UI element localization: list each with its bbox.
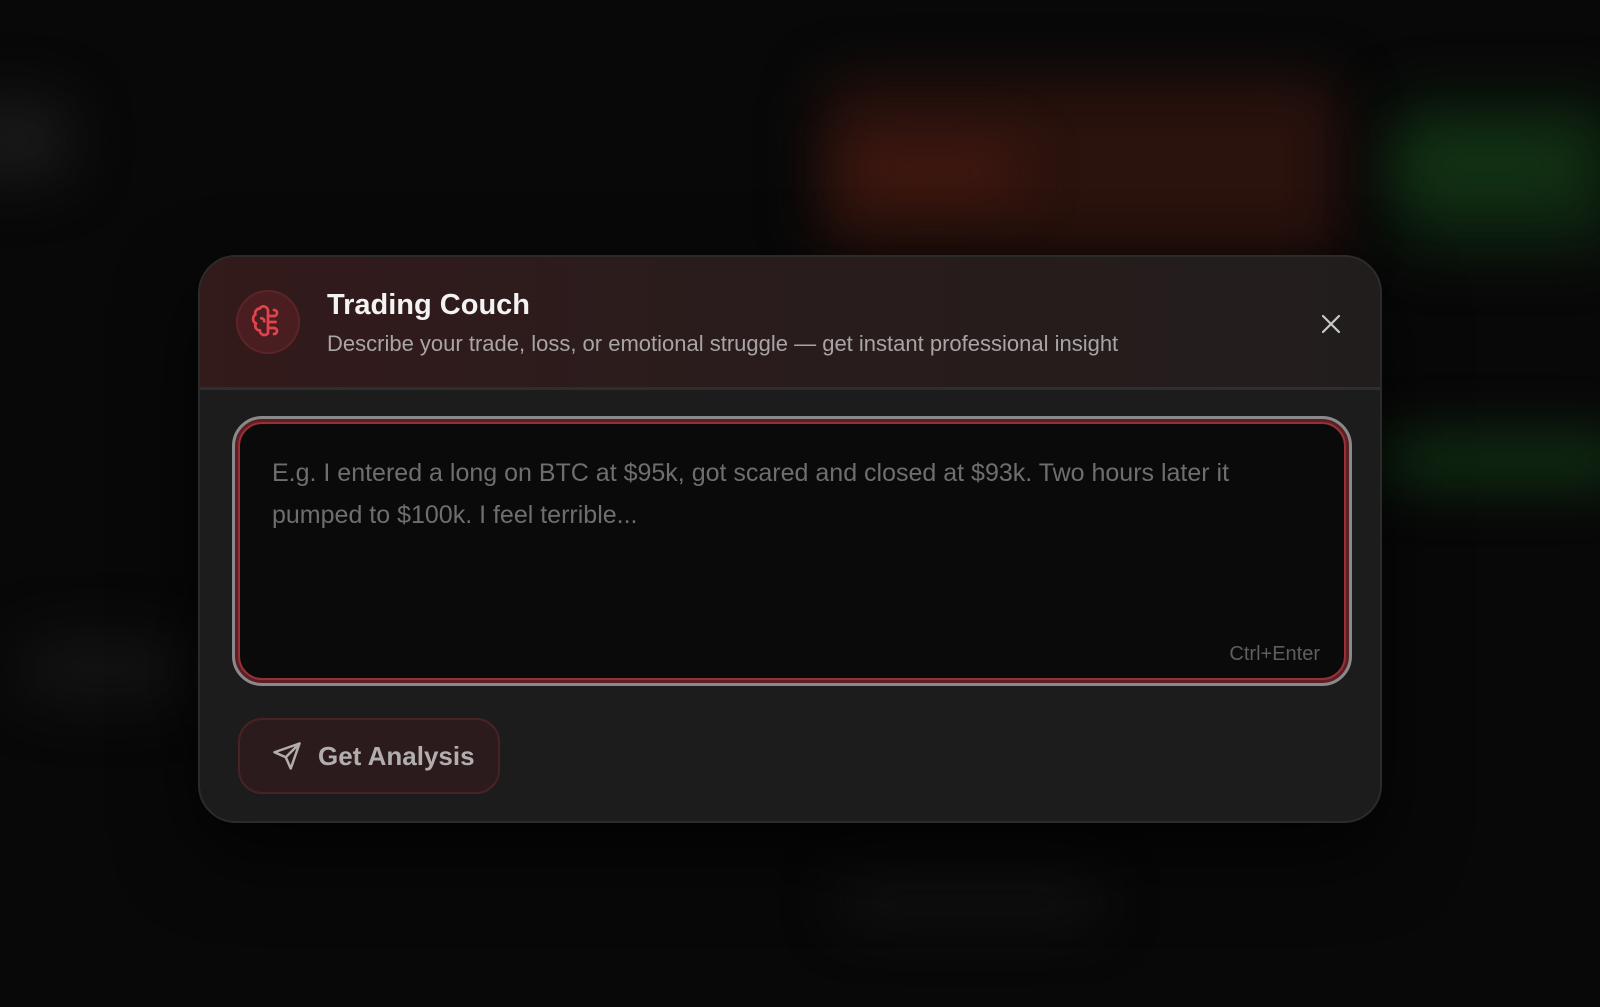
send-icon [273, 742, 301, 770]
background-pill-red [840, 150, 1020, 190]
close-button[interactable] [1310, 303, 1352, 345]
background-panel-bottom [840, 880, 1100, 920]
get-analysis-label: Get Analysis [318, 740, 475, 771]
background-panel-left [0, 100, 70, 180]
trade-description-field-wrapper: Ctrl+Enter [232, 416, 1352, 686]
trade-description-input[interactable] [240, 424, 1344, 678]
shortcut-hint: Ctrl+Enter [1229, 643, 1320, 665]
brain-badge [236, 290, 300, 354]
background-bar-green [1370, 440, 1600, 480]
trading-couch-modal: Trading Couch Describe your trade, loss,… [198, 255, 1382, 823]
modal-title: Trading Couch [327, 289, 530, 321]
trade-description-field-frame: Ctrl+Enter [238, 422, 1346, 680]
background-panel-bottom-left [20, 640, 190, 700]
modal-subtitle: Describe your trade, loss, or emotional … [327, 331, 1119, 356]
modal-header: Trading Couch Describe your trade, loss,… [200, 257, 1380, 390]
background-pill-green [1400, 150, 1580, 180]
get-analysis-button[interactable]: Get Analysis [238, 718, 500, 794]
brain-icon [251, 305, 279, 337]
close-icon [1321, 314, 1341, 334]
